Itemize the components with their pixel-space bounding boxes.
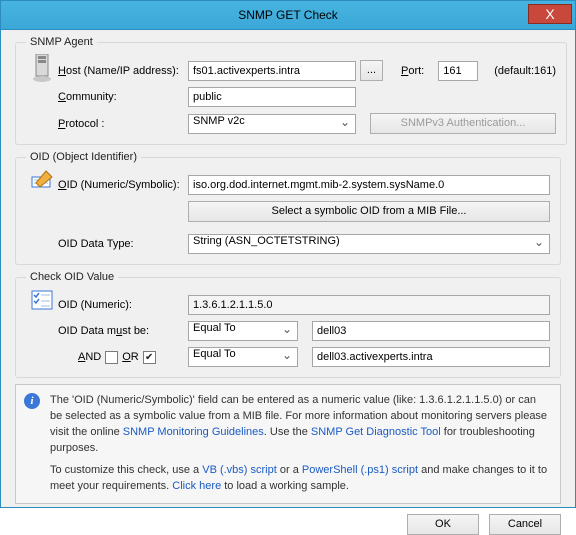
dialog-buttons: OK Cancel bbox=[15, 514, 561, 535]
titlebar: SNMP GET Check X bbox=[0, 0, 576, 30]
and-label: AND bbox=[78, 351, 101, 363]
check-value-legend: Check OID Value bbox=[26, 271, 118, 283]
value1-input[interactable]: dell03 bbox=[312, 321, 550, 341]
info-icon: i bbox=[24, 393, 40, 409]
protocol-label: Protocol : bbox=[58, 118, 184, 130]
oid-numeric-label: OID (Numeric): bbox=[58, 299, 184, 311]
must-be-label: OID Data must be: bbox=[58, 325, 184, 337]
link-click-here[interactable]: Click here bbox=[172, 480, 221, 492]
window-title: SNMP GET Check bbox=[238, 8, 338, 22]
oid-numeric-value: 1.3.6.1.2.1.1.5.0 bbox=[188, 295, 550, 315]
oid-legend: OID (Object Identifier) bbox=[26, 151, 141, 163]
info-paragraph-1: The 'OID (Numeric/Symbolic)' field can b… bbox=[50, 393, 550, 457]
link-monitoring-guidelines[interactable]: SNMP Monitoring Guidelines bbox=[123, 426, 264, 438]
oid-input[interactable]: iso.org.dod.internet.mgmt.mib-2.system.s… bbox=[188, 175, 550, 195]
check-value-group: Check OID Value OID (Numeric): 1.3.6.1.2… bbox=[15, 271, 561, 378]
logic-row: AND OR bbox=[58, 351, 184, 364]
ok-button[interactable]: OK bbox=[407, 514, 479, 535]
operator1-select[interactable]: Equal To bbox=[188, 321, 298, 341]
and-checkbox[interactable] bbox=[105, 351, 118, 364]
link-diagnostic-tool[interactable]: SNMP Get Diagnostic Tool bbox=[311, 426, 441, 438]
port-default-hint: (default:161) bbox=[494, 65, 556, 77]
select-mib-button[interactable]: Select a symbolic OID from a MIB File... bbox=[188, 201, 550, 222]
protocol-select[interactable]: SNMP v2c bbox=[188, 114, 356, 134]
info-panel: i The 'OID (Numeric/Symbolic)' field can… bbox=[15, 384, 561, 504]
community-input[interactable]: public bbox=[188, 87, 356, 107]
link-vb-script[interactable]: VB (.vbs) script bbox=[202, 464, 277, 476]
host-label: Host (Name/IP address): bbox=[58, 65, 184, 77]
snmp-agent-legend: SNMP Agent bbox=[26, 36, 97, 48]
browse-button[interactable]: ... bbox=[360, 60, 383, 81]
close-button[interactable]: X bbox=[528, 4, 572, 24]
port-label: Port: bbox=[401, 65, 424, 77]
oid-type-select[interactable]: String (ASN_OCTETSTRING) bbox=[188, 234, 550, 254]
dialog-body: SNMP Agent Host (Name/IP address): fs01.… bbox=[0, 30, 576, 508]
server-icon bbox=[26, 54, 58, 134]
or-checkbox[interactable] bbox=[143, 351, 156, 364]
oid-label: OID (Numeric/Symbolic): bbox=[58, 179, 184, 191]
host-input[interactable]: fs01.activexperts.intra bbox=[188, 61, 356, 81]
checklist-icon bbox=[26, 289, 58, 367]
snmp-agent-group: SNMP Agent Host (Name/IP address): fs01.… bbox=[15, 36, 567, 145]
value2-input[interactable]: dell03.activexperts.intra bbox=[312, 347, 550, 367]
info-paragraph-2: To customize this check, use a VB (.vbs)… bbox=[50, 463, 550, 495]
operator2-select[interactable]: Equal To bbox=[188, 347, 298, 367]
community-label: Community: bbox=[58, 91, 184, 103]
or-label: OR bbox=[122, 351, 139, 363]
snmpv3-auth-button: SNMPv3 Authentication... bbox=[370, 113, 556, 134]
oid-type-label: OID Data Type: bbox=[58, 238, 184, 250]
port-input[interactable]: 161 bbox=[438, 61, 478, 81]
pencil-icon bbox=[26, 169, 58, 254]
oid-group: OID (Object Identifier) OID (Numeric/Sym… bbox=[15, 151, 561, 265]
cancel-button[interactable]: Cancel bbox=[489, 514, 561, 535]
link-powershell-script[interactable]: PowerShell (.ps1) script bbox=[302, 464, 418, 476]
